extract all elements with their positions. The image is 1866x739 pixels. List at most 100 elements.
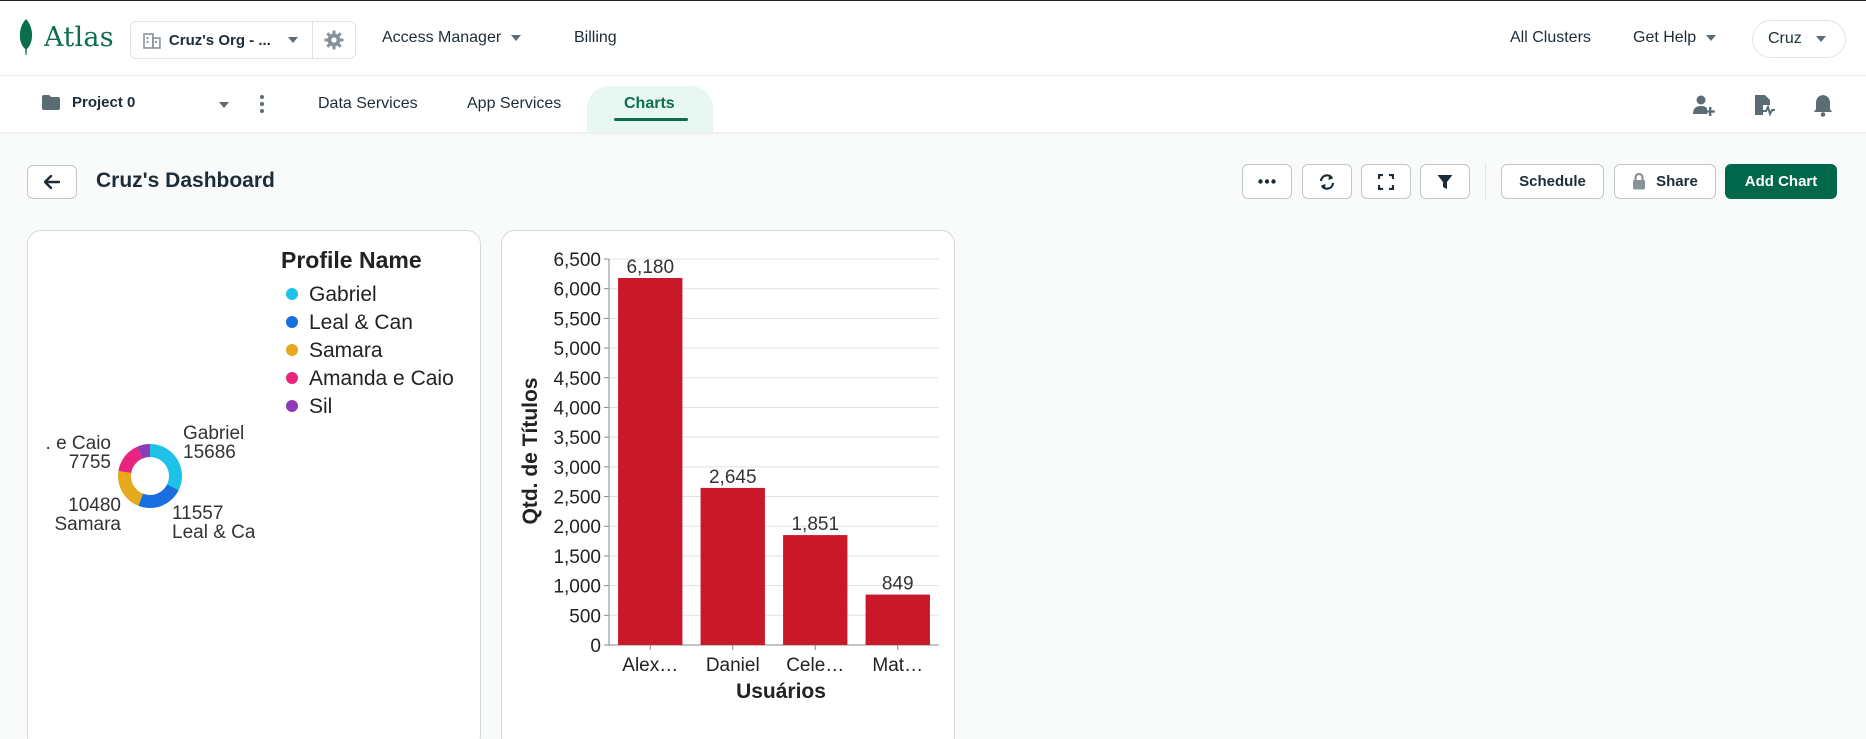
add-chart-button[interactable]: Add Chart [1725,164,1837,199]
org-name: Cruz's Org - ... [168,31,271,49]
bar-value-label: 849 [882,574,914,595]
tab-charts[interactable]: Charts [624,95,675,113]
donut-slice[interactable] [118,446,143,474]
refresh-icon [1319,173,1335,190]
slice-label: Gabriel [183,423,244,444]
bar-chart: 0 500 1,000 1,500 2,000 2,500 3,000 3,500 4,000 4… [519,250,939,703]
bar[interactable] [618,278,683,645]
active-tab-indicator [614,118,688,121]
legend-label[interactable]: Sil [309,395,332,418]
bar[interactable] [783,535,848,645]
donut-chart-card[interactable]: Profile Name Gabriel Leal & Can Samara Aman… [27,230,481,739]
x-tick-label: Cele… [786,655,844,676]
leaf-icon [19,19,33,55]
legend-label[interactable]: Leal & Can [309,311,413,334]
back-button[interactable] [27,165,77,199]
y-tick-label: 5,500 [553,309,601,330]
y-tick-label: 500 [569,606,601,627]
folder-icon [42,95,60,110]
arrow-left-icon [44,175,60,189]
share-button[interactable]: Share [1614,164,1716,199]
access-manager-menu[interactable]: Access Manager [382,29,522,47]
bar-value-label: 1,851 [791,514,839,535]
org-settings-button[interactable] [313,21,355,59]
y-tick-label: 2,000 [553,517,601,538]
bar-chart-card[interactable]: 0 500 1,000 1,500 2,000 2,500 3,000 3,500 4,000 4… [501,230,955,739]
bar-value-label: 2,645 [709,467,757,488]
add-user-icon[interactable] [1692,93,1716,117]
legend-swatch [286,288,298,300]
slice-label: Leal & Ca [172,522,256,543]
project-selector[interactable]: Project 0 [42,94,135,111]
divider [1485,164,1486,200]
y-tick-label: 4,500 [553,369,601,390]
y-tick-label: 4,000 [553,398,601,419]
legend-swatch [286,316,298,328]
more-vertical-icon[interactable] [259,94,265,114]
legend-label[interactable]: Samara [309,339,383,362]
chevron-down-icon [288,37,299,43]
slice-label: 7755 [69,452,111,473]
y-tick-label: 1,000 [553,577,601,598]
brand-name: Atlas [44,21,114,53]
slice-label: . e Caio [46,433,111,454]
billing-link[interactable]: Billing [574,29,617,47]
refresh-button[interactable] [1302,164,1352,199]
get-help-menu[interactable]: Get Help [1633,29,1717,47]
slice-label: 10480 [68,495,121,516]
slice-label: 15686 [183,442,236,463]
legend-swatch [286,400,298,412]
org-selector[interactable]: Cruz's Org - ... [130,21,356,59]
access-manager-label: Access Manager [382,29,502,46]
bar[interactable] [700,487,765,645]
lock-icon [1633,173,1646,190]
activity-feed-icon[interactable] [1751,93,1775,117]
dashboard-title: Cruz's Dashboard [96,169,275,192]
slice-label: 11557 [172,503,223,524]
x-tick-label: Daniel [706,655,760,676]
gear-icon [324,30,344,50]
legend-swatch [286,372,298,384]
project-navigation: Project 0 [0,76,1866,133]
x-axis-title: Usuários [736,680,826,703]
y-tick-label: 6,500 [553,250,601,271]
bar[interactable] [865,594,930,645]
legend-title: Profile Name [281,247,422,273]
slice-label: Samara [54,514,121,535]
chevron-down-icon[interactable] [219,102,229,108]
building-icon [143,33,161,49]
bell-icon[interactable] [1811,93,1835,117]
y-tick-label: 1,500 [553,547,601,568]
filter-icon [1437,174,1453,189]
filter-button[interactable] [1420,164,1470,199]
ellipsis-icon [1258,179,1276,184]
atlas-logo[interactable]: Atlas [16,19,114,55]
more-options-button[interactable] [1242,164,1292,199]
schedule-button[interactable]: Schedule [1501,164,1604,199]
fullscreen-button[interactable] [1361,164,1411,199]
get-help-label: Get Help [1633,29,1697,46]
y-tick-label: 2,500 [553,488,601,509]
fullscreen-icon [1378,173,1394,190]
legend-label[interactable]: Amanda e Caio [309,367,454,390]
y-tick-label: 6,000 [553,280,601,301]
tab-data-services[interactable]: Data Services [318,95,418,113]
y-tick-label: 3,500 [553,428,601,449]
top-navigation: Atlas Cruz's Org - ... Access Manager Bi… [0,0,1866,76]
legend-label[interactable]: Gabriel [309,283,377,306]
project-name: Project 0 [72,94,136,111]
donut-slice[interactable] [150,444,182,491]
tab-app-services[interactable]: App Services [467,95,561,113]
all-clusters-link[interactable]: All Clusters [1510,29,1591,47]
user-name: Cruz [1768,30,1802,47]
donut-chart: Profile Name Gabriel Leal & Can Samara Aman… [46,247,454,543]
share-label: Share [1656,173,1698,190]
y-tick-label: 3,000 [553,458,601,479]
x-tick-label: Mat… [872,655,923,676]
y-axis-title: Qtd. de Títulos [519,378,542,525]
user-menu-button[interactable]: Cruz [1752,20,1846,58]
y-tick-label: 0 [590,636,601,657]
chevron-down-icon [1815,36,1826,42]
donut-slice[interactable] [118,471,144,506]
legend-swatch [286,344,298,356]
